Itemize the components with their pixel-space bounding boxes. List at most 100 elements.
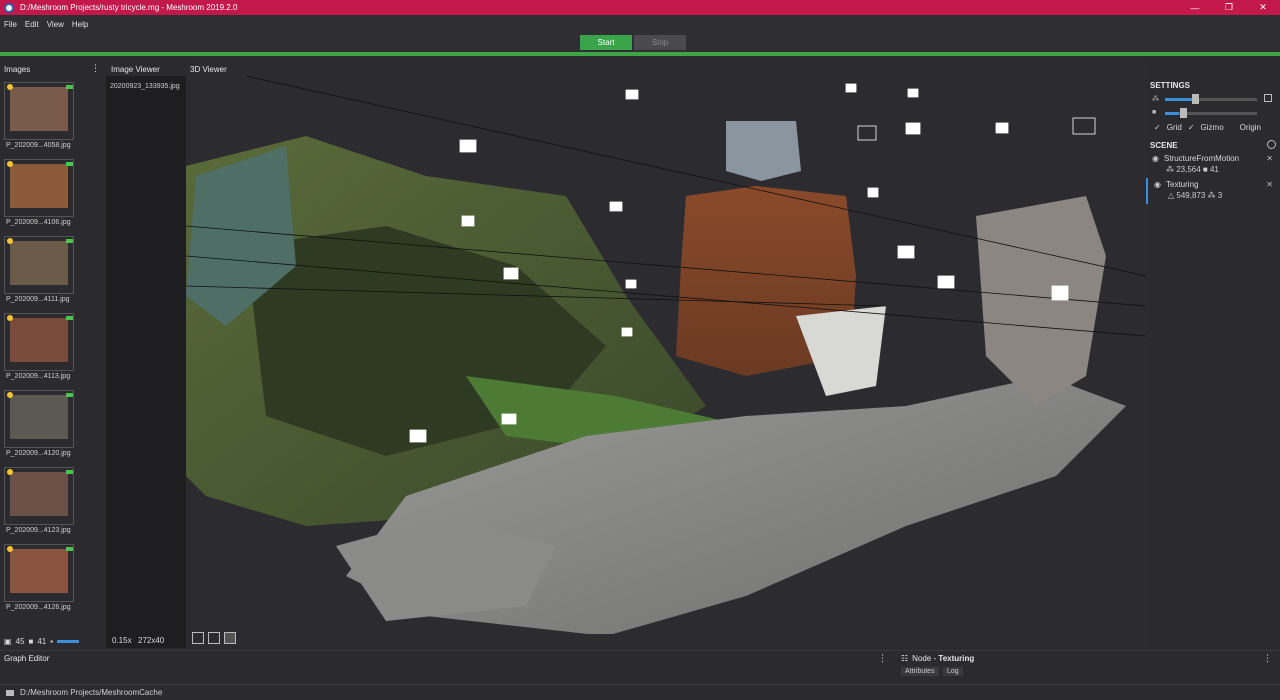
scene-header: SCENE: [1146, 138, 1280, 152]
image-thumbnail-list[interactable]: P_202009...4058.jpg P_202009...4106.jpg …: [4, 82, 76, 621]
graph-editor-header: Graph Editor: [0, 651, 893, 665]
images-panel-title: Images: [4, 64, 31, 74]
thumbnail-photo: [10, 395, 68, 439]
thumbnail-size-slider[interactable]: [57, 639, 80, 643]
menu-view[interactable]: View: [47, 20, 64, 29]
grid-toggle[interactable]: Grid: [1167, 123, 1182, 132]
minimize-button[interactable]: —: [1178, 0, 1212, 15]
camera-gizmo: [459, 139, 477, 153]
title-bar: D:/Meshroom Projects/rusty tricycle.mg -…: [0, 0, 1280, 15]
thumbnail-photo: [10, 318, 68, 362]
scene-render[interactable]: [186, 76, 1146, 634]
star-icon: [7, 392, 13, 398]
image-filename: 20200923_133935.jpg: [110, 83, 180, 90]
node-panel-more-icon[interactable]: ⋮: [1263, 653, 1272, 664]
image-count: 45: [15, 636, 25, 646]
start-button[interactable]: Start: [580, 35, 632, 50]
image-thumbnail[interactable]: P_202009...4123.jpg: [4, 467, 76, 544]
stop-button[interactable]: Stop: [634, 35, 686, 50]
close-button[interactable]: ✕: [1246, 0, 1280, 15]
menu-file[interactable]: File: [4, 20, 17, 29]
graph-editor-more-icon[interactable]: ⋮: [878, 653, 887, 664]
thumbnail-label: P_202009...4111.jpg: [6, 296, 70, 303]
camera-gizmo: [1051, 285, 1069, 301]
point-size-slider[interactable]: [1192, 94, 1199, 104]
images-panel-header: Images ⋮: [0, 62, 106, 76]
images-more-icon[interactable]: ⋮: [91, 63, 100, 74]
tab-log[interactable]: Log: [943, 667, 963, 676]
camera-tag-icon: [66, 239, 73, 243]
remove-item-close-icon[interactable]: ✕: [1266, 154, 1273, 163]
thumbnail-photo: [10, 164, 68, 208]
node-panel: ☷ Node - Texturing ⋮ Attributes Log: [893, 650, 1280, 676]
image-thumbnail[interactable]: P_202009...4111.jpg: [4, 236, 76, 313]
graph-editor-panel[interactable]: Graph Editor ⋮: [0, 650, 893, 674]
image-thumbnail[interactable]: P_202009...4120.jpg: [4, 390, 76, 467]
camera-scale-slider[interactable]: [1180, 108, 1187, 118]
star-icon: [7, 161, 13, 167]
image-viewer-panel: Image Viewer 20200923_133935.jpg 0.15x 2…: [106, 62, 186, 648]
visibility-eye-icon[interactable]: ◉: [1154, 180, 1161, 189]
camera-gizmo: [609, 201, 623, 212]
thumbnail-label: P_202009...4120.jpg: [6, 450, 71, 457]
viewer-3d-header: 3D Viewer: [186, 62, 227, 76]
camera-gizmo: [625, 279, 637, 289]
viewer-3d-panel[interactable]: 3D Viewer: [186, 62, 1146, 648]
node-list-icon: ☷: [901, 653, 909, 663]
wireframe-view-icon[interactable]: [208, 632, 220, 644]
visibility-eye-icon[interactable]: ◉: [1152, 154, 1159, 163]
camera-tag-icon: [66, 316, 73, 320]
camera-gizmo: [995, 122, 1009, 134]
camera-gizmo: [461, 215, 475, 227]
star-icon: [7, 238, 13, 244]
points-icon: ⁂: [1152, 96, 1159, 103]
scene-title: SCENE: [1150, 140, 1178, 150]
meshroom-window: D:/Meshroom Projects/rusty tricycle.mg -…: [0, 0, 1280, 700]
thumbnail-photo: [10, 87, 68, 131]
image-thumbnail[interactable]: P_202009...4106.jpg: [4, 159, 76, 236]
maximize-button[interactable]: ❐: [1212, 0, 1246, 15]
fixed-size-toggle-icon[interactable]: [1264, 94, 1272, 102]
viewer-display-tools: [192, 632, 240, 644]
image-thumbnail[interactable]: P_202009...4126.jpg: [4, 544, 76, 621]
remove-item-close-icon[interactable]: ✕: [1266, 180, 1273, 189]
camera-gizmo: [857, 125, 877, 141]
settings-title: SETTINGS: [1150, 80, 1191, 90]
image-thumbnail[interactable]: P_202009...4113.jpg: [4, 313, 76, 390]
menu-bar: File Edit View Help: [0, 15, 1280, 33]
camera-gizmo: [621, 327, 633, 337]
image-thumbnail[interactable]: P_202009...4058.jpg: [4, 82, 76, 159]
images-panel: Images ⋮ P_202009...4058.jpg P_202009...…: [0, 62, 106, 648]
textured-view-icon[interactable]: [224, 632, 236, 644]
toolbar: Start Stop: [0, 33, 1280, 52]
menu-help[interactable]: Help: [72, 20, 88, 29]
camera-scale-slider-row: ■: [1146, 106, 1280, 120]
status-bar: D:/Meshroom Projects/MeshroomCache: [0, 684, 1280, 700]
cache-path: D:/Meshroom Projects/MeshroomCache: [20, 688, 163, 697]
settings-panel: SETTINGS ⁂ ■ ✓ Grid ✓ Gizmo Origin SCENE…: [1146, 78, 1280, 648]
camera-gizmo: [409, 429, 427, 443]
scene-item-structure-from-motion[interactable]: ◉ StructureFromMotion ⁂ 23,564 ■ 41 ✕: [1146, 152, 1280, 178]
gizmo-toggle[interactable]: Gizmo: [1201, 123, 1224, 132]
tab-attributes[interactable]: Attributes: [901, 667, 939, 676]
thumbnail-label: P_202009...4113.jpg: [6, 373, 71, 380]
node-panel-header: ☷ Node - Texturing: [893, 651, 1280, 665]
node-prefix: Node -: [912, 653, 939, 663]
star-icon: [7, 315, 13, 321]
camera-tag-icon: [66, 393, 73, 397]
scene-item-texturing[interactable]: ◉ Texturing △ 549,873 ⁂ 3 ✕: [1146, 178, 1280, 204]
camera-tag-icon: [66, 162, 73, 166]
star-icon: [7, 546, 13, 552]
origin-toggle[interactable]: Origin: [1240, 123, 1261, 132]
camera-tag-icon: [66, 85, 73, 89]
camera-tag-icon: [66, 470, 73, 474]
scene-item-stats: ⁂ 23,564 ■ 41: [1166, 165, 1219, 174]
camera-tag-icon: [66, 547, 73, 551]
camera-gizmo: [625, 89, 639, 100]
scene-settings-icon[interactable]: [1267, 140, 1276, 149]
solid-view-icon[interactable]: [192, 632, 204, 644]
menu-edit[interactable]: Edit: [25, 20, 39, 29]
camera-gizmo: [1072, 117, 1096, 135]
camera-count-icon: ■: [28, 636, 34, 646]
image-viewer-header: Image Viewer: [106, 62, 186, 76]
